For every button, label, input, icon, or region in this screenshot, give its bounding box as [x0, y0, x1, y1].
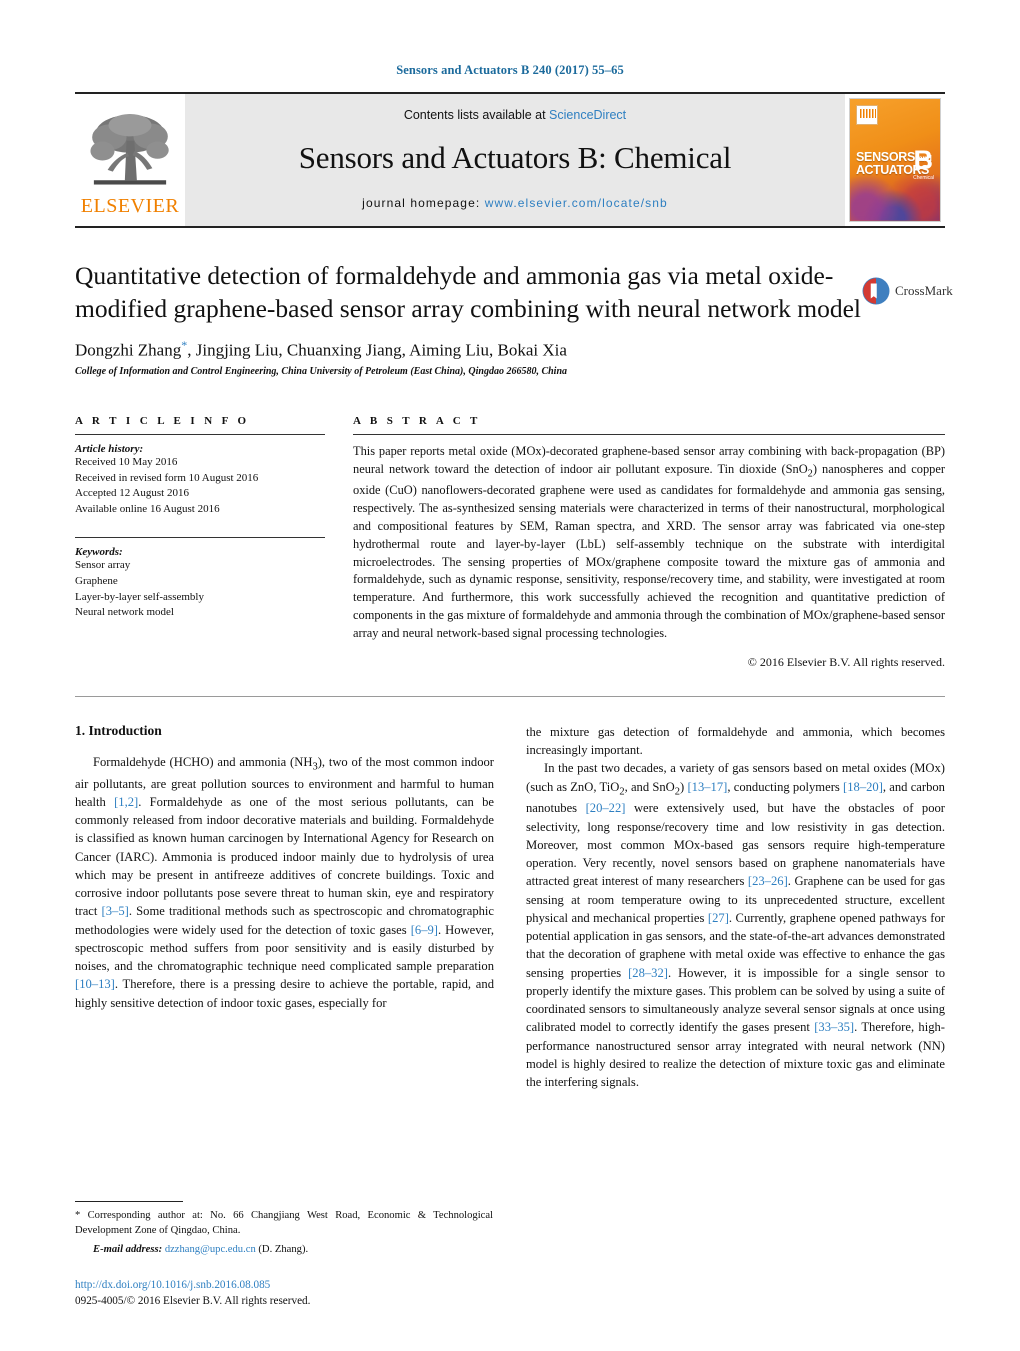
- email-link[interactable]: dzzhang@upc.edu.cn: [165, 1244, 256, 1255]
- body-paragraph: the mixture gas detection of formaldehyd…: [526, 724, 945, 758]
- contents-prefix: Contents lists available at: [403, 108, 550, 122]
- homepage-url-link[interactable]: www.elsevier.com/locate/snb: [485, 196, 668, 210]
- abstract-heading: A B S T R A C T: [353, 414, 481, 427]
- author-list-rest: , Jingjing Liu, Chuanxing Jiang, Aiming …: [187, 340, 567, 360]
- doi-block: http://dx.doi.org/10.1016/j.snb.2016.08.…: [75, 1277, 310, 1309]
- citation-link[interactable]: [28–32]: [628, 966, 668, 980]
- elsevier-tree-icon: [90, 113, 169, 185]
- cover-series-sublabel: Chemical: [913, 175, 934, 181]
- citation-link[interactable]: [1,2]: [114, 795, 138, 809]
- section-heading-introduction: 1. Introduction: [75, 722, 162, 738]
- page-title: Quantitative detection of formaldehyde a…: [75, 261, 862, 323]
- citation-link[interactable]: [10–13]: [75, 977, 115, 991]
- elsevier-wordmark: ELSEVIER: [80, 194, 180, 217]
- abstract-rule: [353, 433, 945, 435]
- article-info-heading: A R T I C L E I N F O: [75, 414, 250, 427]
- title-block: Quantitative detection of formaldehyde a…: [75, 260, 953, 377]
- cover-bottom-decoration: [850, 175, 940, 221]
- citation-link[interactable]: [6–9]: [411, 923, 438, 937]
- email-owner: (D. Zhang).: [258, 1244, 309, 1255]
- contents-available-line: Contents lists available at ScienceDirec…: [404, 108, 626, 122]
- keywords-rule: [75, 537, 325, 539]
- body-column-left: 1. Introduction Formaldehyde (HCHO) and …: [75, 723, 494, 1012]
- article-history-item: Available online 16 August 2016: [75, 502, 220, 515]
- citation-link[interactable]: [33–35]: [814, 1020, 854, 1034]
- citation-link[interactable]: [20–22]: [586, 801, 626, 815]
- keyword-item: Neural network model: [75, 606, 174, 619]
- email-label: E-mail address:: [93, 1244, 163, 1255]
- keyword-item: Sensor array: [75, 559, 131, 572]
- corresponding-author-note: * Corresponding author at: No. 66 Changj…: [75, 1210, 493, 1237]
- keywords-block: Keywords: Sensor array Graphene Layer-by…: [75, 537, 325, 620]
- info-abstract-region: A R T I C L E I N F O Article history: R…: [75, 415, 945, 670]
- citation-link[interactable]: [23–26]: [748, 874, 788, 888]
- issn-copyright-line: 0925-4005/© 2016 Elsevier B.V. All right…: [75, 1294, 311, 1307]
- article-info-rule: [75, 433, 325, 435]
- homepage-label: journal homepage:: [362, 196, 485, 210]
- running-head: Sensors and Actuators B 240 (2017) 55–65: [396, 63, 624, 77]
- body-divider: [75, 695, 945, 697]
- author-corresponding: Dongzhi Zhang: [75, 340, 182, 360]
- abstract-column: A B S T R A C T This paper reports metal…: [353, 415, 945, 670]
- footnote-rule: [75, 1201, 183, 1203]
- cover-series-letter: B: [913, 145, 934, 175]
- journal-masthead: ELSEVIER Contents lists available at Sci…: [75, 92, 945, 228]
- abstract-copyright: © 2016 Elsevier B.V. All rights reserved…: [747, 654, 945, 669]
- masthead-center: Contents lists available at ScienceDirec…: [185, 94, 845, 226]
- citation-link[interactable]: [18–20]: [843, 780, 883, 794]
- email-note: E-mail address: dzzhang@upc.edu.cn (D. Z…: [75, 1244, 493, 1255]
- article-history-item: Received 10 May 2016: [75, 455, 178, 468]
- citation-link[interactable]: [3–5]: [102, 904, 129, 918]
- keywords-title: Keywords:: [75, 546, 123, 559]
- article-history-item: Received in revised form 10 August 2016: [75, 471, 259, 484]
- article-info-column: A R T I C L E I N F O Article history: R…: [75, 415, 325, 670]
- journal-homepage-line: journal homepage: www.elsevier.com/locat…: [362, 196, 668, 210]
- body-paragraph: Formaldehyde (HCHO) and ammonia (NH3), t…: [75, 754, 495, 1010]
- article-history-item: Accepted 12 August 2016: [75, 487, 189, 500]
- keyword-item: Graphene: [75, 574, 118, 587]
- citation-link[interactable]: [13–17]: [687, 780, 727, 794]
- body-paragraph: In the past two decades, a variety of ga…: [526, 761, 945, 1090]
- cover-elsevier-mark: [856, 105, 878, 125]
- abstract-body: This paper reports metal oxide (MOx)-dec…: [353, 443, 945, 640]
- author-list: Dongzhi Zhang*, Jingjing Liu, Chuanxing …: [75, 338, 945, 361]
- affiliation: College of Information and Control Engin…: [75, 365, 568, 377]
- article-history-title: Article history:: [75, 442, 144, 455]
- elsevier-logo: ELSEVIER: [75, 94, 185, 226]
- doi-link[interactable]: http://dx.doi.org/10.1016/j.snb.2016.08.…: [75, 1277, 310, 1293]
- paper-page: Sensors and Actuators B 240 (2017) 55–65: [0, 0, 1020, 1351]
- sciencedirect-link[interactable]: ScienceDirect: [549, 108, 626, 122]
- body-columns: 1. Introduction Formaldehyde (HCHO) and …: [75, 723, 945, 1091]
- cover-image: SENSORS and ACTUATORS B Chemical: [849, 98, 941, 222]
- journal-title: Sensors and Actuators B: Chemical: [298, 140, 732, 175]
- citation-link[interactable]: [27]: [708, 911, 729, 925]
- crossmark-label: CrossMark: [895, 283, 953, 298]
- footnote-block: * Corresponding author at: No. 66 Changj…: [75, 1201, 493, 1255]
- crossmark-badge[interactable]: CrossMark: [861, 264, 953, 318]
- journal-cover-thumbnail: SENSORS and ACTUATORS B Chemical: [845, 94, 945, 226]
- cover-line1: SENSORS: [856, 150, 916, 164]
- keyword-item: Layer-by-layer self-assembly: [75, 590, 204, 603]
- body-column-right: the mixture gas detection of formaldehyd…: [526, 723, 945, 1091]
- crossmark-icon: [862, 277, 890, 305]
